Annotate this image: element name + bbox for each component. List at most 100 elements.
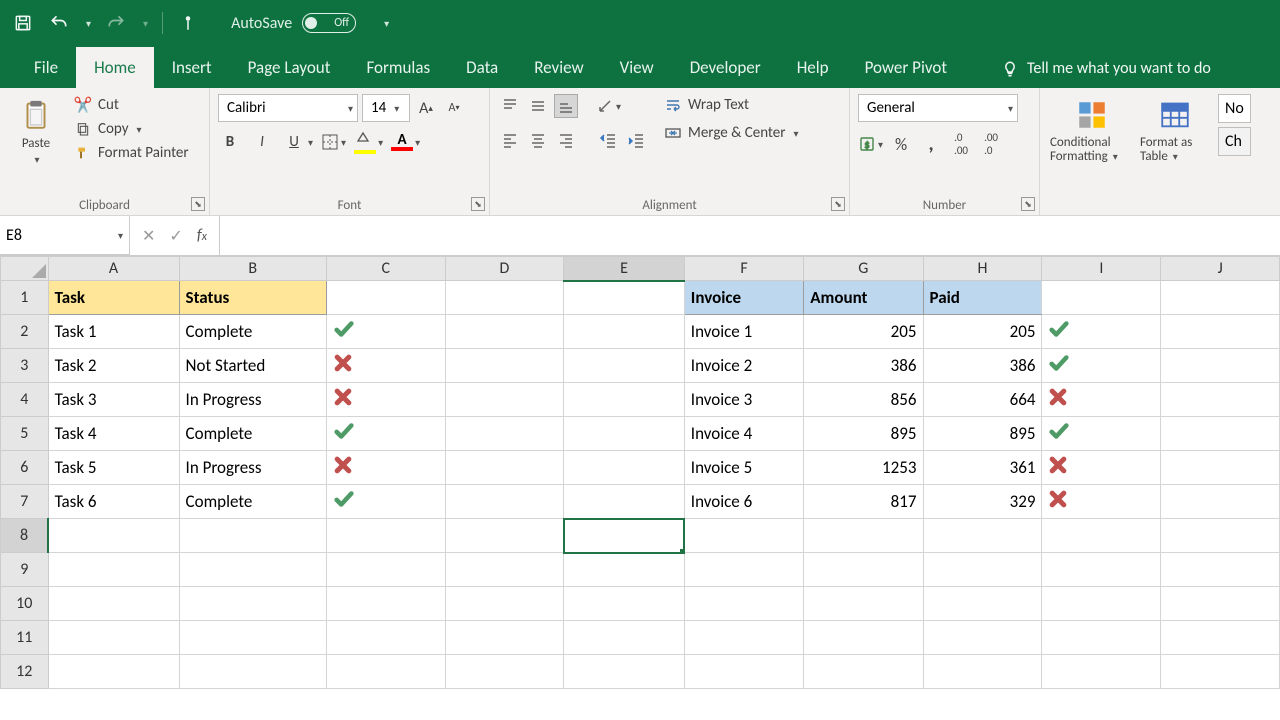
- cell-D10[interactable]: [445, 587, 564, 621]
- cell-F11[interactable]: [684, 621, 803, 655]
- wrap-text-button[interactable]: Wrap Text: [660, 94, 803, 116]
- tab-page-layout[interactable]: Page Layout: [230, 47, 349, 88]
- cell-G6[interactable]: 1253: [804, 451, 923, 485]
- cell-J12[interactable]: [1161, 655, 1280, 689]
- align-center-icon[interactable]: [526, 128, 550, 152]
- col-header-C[interactable]: C: [326, 257, 445, 281]
- tab-review[interactable]: Review: [516, 47, 601, 88]
- decrease-indent-icon[interactable]: [596, 128, 620, 152]
- decrease-decimal-icon[interactable]: .00.0: [979, 132, 1003, 156]
- cell-C9[interactable]: [326, 553, 445, 587]
- row-header-7[interactable]: 7: [1, 485, 49, 519]
- cell-F12[interactable]: [684, 655, 803, 689]
- cell-style-check[interactable]: Ch: [1218, 127, 1251, 156]
- alignment-dialog-launcher[interactable]: ⬊: [831, 197, 845, 211]
- clipboard-dialog-launcher[interactable]: ⬊: [191, 197, 205, 211]
- comma-button[interactable]: ,: [919, 132, 943, 156]
- borders-button[interactable]: ▾: [321, 133, 346, 151]
- cell-I5[interactable]: [1042, 417, 1161, 451]
- row-header-5[interactable]: 5: [1, 417, 49, 451]
- row-header-12[interactable]: 12: [1, 655, 49, 689]
- cell-G8[interactable]: [804, 519, 923, 553]
- col-header-G[interactable]: G: [804, 257, 923, 281]
- cell-J5[interactable]: [1161, 417, 1280, 451]
- cell-E12[interactable]: [564, 655, 685, 689]
- cell-G2[interactable]: 205: [804, 315, 923, 349]
- cell-G4[interactable]: 856: [804, 383, 923, 417]
- row-header-1[interactable]: 1: [1, 281, 49, 315]
- cell-A1[interactable]: Task: [48, 281, 179, 315]
- qat-customize-icon[interactable]: ▾: [384, 17, 389, 30]
- cell-J9[interactable]: [1161, 553, 1280, 587]
- format-painter-button[interactable]: Format Painter: [70, 142, 193, 164]
- cell-D7[interactable]: [445, 485, 564, 519]
- row-header-2[interactable]: 2: [1, 315, 49, 349]
- cell-E7[interactable]: [564, 485, 685, 519]
- cell-D12[interactable]: [445, 655, 564, 689]
- row-header-8[interactable]: 8: [1, 519, 49, 553]
- cell-J4[interactable]: [1161, 383, 1280, 417]
- paste-button[interactable]: Paste▾: [8, 94, 64, 168]
- cell-G9[interactable]: [804, 553, 923, 587]
- cell-G5[interactable]: 895: [804, 417, 923, 451]
- cell-C8[interactable]: [326, 519, 445, 553]
- cell-A8[interactable]: [48, 519, 179, 553]
- tab-power-pivot[interactable]: Power Pivot: [847, 47, 965, 88]
- cell-F4[interactable]: Invoice 3: [684, 383, 803, 417]
- merge-center-button[interactable]: Merge & Center▾: [660, 122, 803, 144]
- row-header-6[interactable]: 6: [1, 451, 49, 485]
- copy-button[interactable]: Copy▾: [70, 118, 193, 140]
- tell-me-search[interactable]: Tell me what you want to do: [1001, 59, 1211, 88]
- cell-G11[interactable]: [804, 621, 923, 655]
- cell-B9[interactable]: [179, 553, 326, 587]
- cell-J1[interactable]: [1161, 281, 1280, 315]
- cancel-formula-icon[interactable]: ✕: [142, 226, 155, 246]
- cell-G7[interactable]: 817: [804, 485, 923, 519]
- increase-indent-icon[interactable]: [624, 128, 648, 152]
- cell-H11[interactable]: [923, 621, 1042, 655]
- align-top-icon[interactable]: [498, 94, 522, 118]
- cell-E1[interactable]: [564, 281, 685, 315]
- cell-H9[interactable]: [923, 553, 1042, 587]
- tab-formulas[interactable]: Formulas: [348, 47, 448, 88]
- cell-E8[interactable]: [564, 519, 685, 553]
- cell-G3[interactable]: 386: [804, 349, 923, 383]
- cell-B10[interactable]: [179, 587, 326, 621]
- cell-B6[interactable]: In Progress: [179, 451, 326, 485]
- cell-C6[interactable]: [326, 451, 445, 485]
- row-header-4[interactable]: 4: [1, 383, 49, 417]
- cell-D3[interactable]: [445, 349, 564, 383]
- col-header-H[interactable]: H: [923, 257, 1042, 281]
- cell-B1[interactable]: Status: [179, 281, 326, 315]
- cell-F2[interactable]: Invoice 1: [684, 315, 803, 349]
- cell-H8[interactable]: [923, 519, 1042, 553]
- cell-G1[interactable]: Amount: [804, 281, 923, 315]
- cell-D4[interactable]: [445, 383, 564, 417]
- cell-A10[interactable]: [48, 587, 179, 621]
- cell-I4[interactable]: [1042, 383, 1161, 417]
- col-header-E[interactable]: E: [564, 257, 685, 281]
- row-header-3[interactable]: 3: [1, 349, 49, 383]
- touch-mode-icon[interactable]: [177, 12, 199, 34]
- fx-icon[interactable]: fx: [197, 226, 207, 245]
- undo-icon[interactable]: [48, 12, 70, 34]
- cell-C4[interactable]: [326, 383, 445, 417]
- save-icon[interactable]: [12, 12, 34, 34]
- cell-A11[interactable]: [48, 621, 179, 655]
- enter-formula-icon[interactable]: ✓: [169, 226, 182, 246]
- font-name-combo[interactable]: Calibri▾: [218, 94, 358, 122]
- cell-A4[interactable]: Task 3: [48, 383, 179, 417]
- cell-A9[interactable]: [48, 553, 179, 587]
- conditional-formatting-button[interactable]: Conditional Formatting ▾: [1048, 94, 1136, 167]
- tab-data[interactable]: Data: [448, 47, 516, 88]
- col-header-J[interactable]: J: [1161, 257, 1280, 281]
- cell-E10[interactable]: [564, 587, 685, 621]
- tab-file[interactable]: File: [16, 47, 76, 88]
- cell-B11[interactable]: [179, 621, 326, 655]
- number-dialog-launcher[interactable]: ⬊: [1021, 197, 1035, 211]
- col-header-I[interactable]: I: [1042, 257, 1161, 281]
- cell-H1[interactable]: Paid: [923, 281, 1042, 315]
- cell-G12[interactable]: [804, 655, 923, 689]
- cell-I8[interactable]: [1042, 519, 1161, 553]
- col-header-D[interactable]: D: [445, 257, 564, 281]
